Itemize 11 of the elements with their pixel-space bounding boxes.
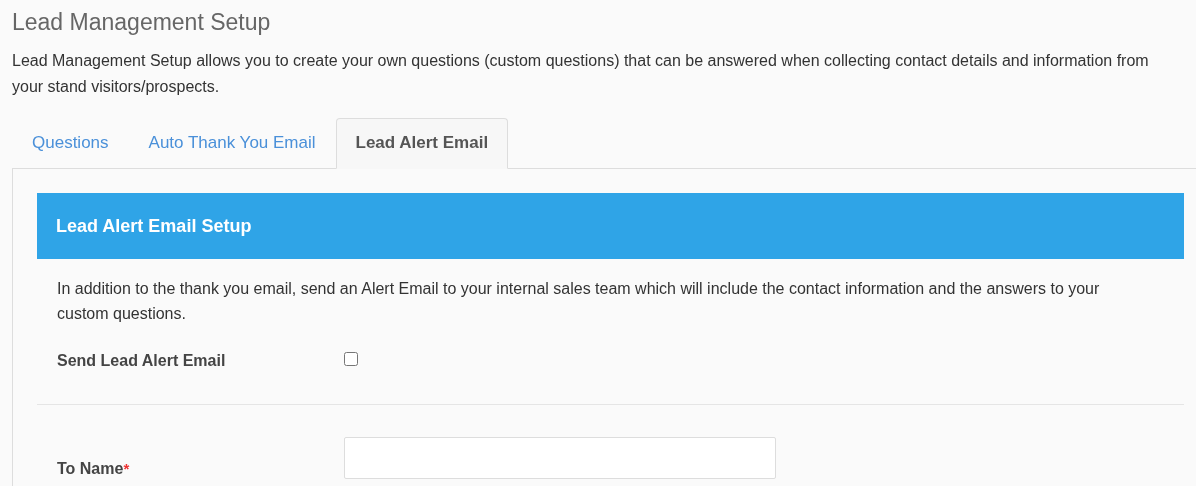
page-description: Lead Management Setup allows you to create your own questions (custom questions) that can be answered when collecting contact details and information from your stand visitors/prospects.: [12, 51, 1150, 97]
tab[interactable]: Lead Alert Email: [335, 118, 509, 169]
tab[interactable]: Auto Thank You Email: [128, 118, 336, 169]
panel-description: In addition to the thank you email, send an Alert Email to your internal sales team which will include the contact information and the answers to your custom questions.: [57, 279, 1101, 324]
panel-header: Lead Alert Email Setup: [37, 193, 1184, 259]
text-field[interactable]: [344, 437, 776, 479]
field-label: Send Lead Alert Email: [57, 352, 227, 370]
field-label: To Name*: [57, 459, 131, 478]
tab[interactable]: Questions: [12, 118, 129, 169]
page-title: Lead Management Setup: [12, 8, 272, 37]
checkbox[interactable]: [344, 352, 358, 366]
